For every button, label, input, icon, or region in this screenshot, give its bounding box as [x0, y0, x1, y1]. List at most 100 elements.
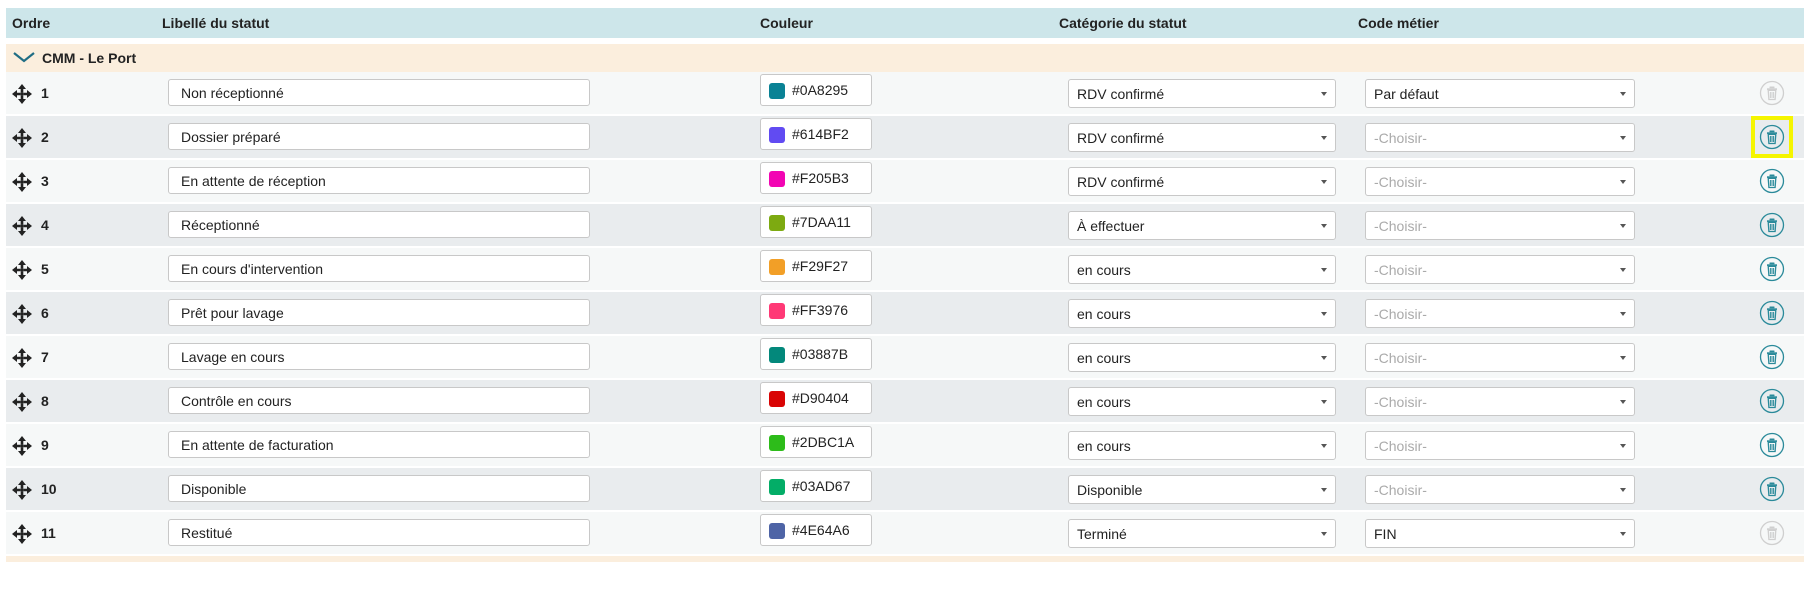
business-code-select[interactable]: -Choisir-: [1365, 387, 1635, 416]
color-picker[interactable]: #F29F27: [760, 250, 872, 282]
color-picker[interactable]: #03AD67: [760, 470, 872, 502]
trash-icon[interactable]: [1759, 256, 1785, 282]
caret-down-icon: [1321, 92, 1327, 96]
status-label-input[interactable]: [168, 519, 590, 546]
category-select[interactable]: en cours: [1068, 343, 1336, 372]
business-code-select[interactable]: Par défaut: [1365, 79, 1635, 108]
trash-icon[interactable]: [1759, 344, 1785, 370]
color-picker[interactable]: #03887B: [760, 338, 872, 370]
group-header[interactable]: CMM - Le Port: [6, 44, 1804, 72]
category-select[interactable]: À effectuer: [1068, 211, 1336, 240]
color-swatch[interactable]: [769, 435, 785, 451]
move-arrows-icon[interactable]: [12, 172, 32, 192]
table-row: 1 #0A8295 RDV confirmé Par défaut: [6, 72, 1804, 116]
color-swatch[interactable]: [769, 83, 785, 99]
move-arrows-icon[interactable]: [12, 348, 32, 368]
business-code-select[interactable]: -Choisir-: [1365, 343, 1635, 372]
business-code-select[interactable]: -Choisir-: [1365, 299, 1635, 328]
header-couleur: Couleur: [760, 15, 813, 31]
business-code-value: -Choisir-: [1374, 394, 1427, 410]
status-label-input[interactable]: [168, 431, 590, 458]
status-label-input[interactable]: [168, 343, 590, 370]
color-picker[interactable]: #2DBC1A: [760, 426, 872, 458]
business-code-select[interactable]: -Choisir-: [1365, 255, 1635, 284]
status-label-input[interactable]: [168, 387, 590, 414]
move-arrows-icon[interactable]: [12, 480, 32, 500]
color-swatch[interactable]: [769, 215, 785, 231]
status-label-input[interactable]: [168, 123, 590, 150]
color-swatch[interactable]: [769, 391, 785, 407]
caret-down-icon: [1620, 268, 1626, 272]
category-select[interactable]: en cours: [1068, 255, 1336, 284]
caret-down-icon: [1321, 136, 1327, 140]
category-select[interactable]: RDV confirmé: [1068, 123, 1336, 152]
color-picker[interactable]: #FF3976: [760, 294, 872, 326]
move-arrows-icon[interactable]: [12, 392, 32, 412]
color-hex: #7DAA11: [792, 214, 851, 230]
caret-down-icon: [1321, 312, 1327, 316]
business-code-select[interactable]: -Choisir-: [1365, 211, 1635, 240]
business-code-select[interactable]: -Choisir-: [1365, 431, 1635, 460]
business-code-select[interactable]: FIN: [1365, 519, 1635, 548]
row-order: 2: [41, 129, 49, 145]
business-code-select[interactable]: -Choisir-: [1365, 475, 1635, 504]
color-swatch[interactable]: [769, 523, 785, 539]
trash-icon[interactable]: [1759, 168, 1785, 194]
business-code-select[interactable]: -Choisir-: [1365, 123, 1635, 152]
color-swatch[interactable]: [769, 127, 785, 143]
caret-down-icon: [1321, 488, 1327, 492]
status-label-input[interactable]: [168, 167, 590, 194]
business-code-value: -Choisir-: [1374, 218, 1427, 234]
status-label-input[interactable]: [168, 255, 590, 282]
row-order: 10: [41, 481, 57, 497]
color-picker[interactable]: #F205B3: [760, 162, 872, 194]
color-swatch[interactable]: [769, 303, 785, 319]
category-select[interactable]: en cours: [1068, 299, 1336, 328]
move-arrows-icon[interactable]: [12, 128, 32, 148]
color-swatch[interactable]: [769, 347, 785, 363]
table-row: 11 #4E64A6 Terminé FIN: [6, 512, 1804, 556]
color-picker[interactable]: #D90404: [760, 382, 872, 414]
category-select[interactable]: en cours: [1068, 431, 1336, 460]
move-arrows-icon[interactable]: [12, 304, 32, 324]
trash-icon[interactable]: [1759, 476, 1785, 502]
category-select[interactable]: en cours: [1068, 387, 1336, 416]
color-picker[interactable]: #0A8295: [760, 74, 872, 106]
caret-down-icon: [1321, 224, 1327, 228]
category-select[interactable]: RDV confirmé: [1068, 167, 1336, 196]
color-swatch[interactable]: [769, 479, 785, 495]
table-row: 10 #03AD67 Disponible -Choisir-: [6, 468, 1804, 512]
business-code-select[interactable]: -Choisir-: [1365, 167, 1635, 196]
color-swatch[interactable]: [769, 171, 785, 187]
status-label-input[interactable]: [168, 79, 590, 106]
trash-icon[interactable]: [1759, 432, 1785, 458]
trash-icon[interactable]: [1759, 388, 1785, 414]
category-value: en cours: [1077, 350, 1131, 366]
move-arrows-icon[interactable]: [12, 260, 32, 280]
move-arrows-icon[interactable]: [12, 524, 32, 544]
color-picker[interactable]: #4E64A6: [760, 514, 872, 546]
color-hex: #0A8295: [792, 82, 849, 98]
move-arrows-icon[interactable]: [12, 84, 32, 104]
status-label-input[interactable]: [168, 211, 590, 238]
trash-icon[interactable]: [1759, 300, 1785, 326]
color-picker[interactable]: #614BF2: [760, 118, 872, 150]
color-swatch[interactable]: [769, 259, 785, 275]
category-select[interactable]: RDV confirmé: [1068, 79, 1336, 108]
trash-icon[interactable]: [1759, 212, 1785, 238]
status-label-input[interactable]: [168, 299, 590, 326]
caret-down-icon: [1620, 312, 1626, 316]
row-order: 9: [41, 437, 49, 453]
color-picker[interactable]: #7DAA11: [760, 206, 872, 238]
status-label-input[interactable]: [168, 475, 590, 502]
table-header: Ordre Libellé du statut Couleur Catégori…: [6, 8, 1804, 38]
category-select[interactable]: Terminé: [1068, 519, 1336, 548]
category-select[interactable]: Disponible: [1068, 475, 1336, 504]
chevron-down-icon[interactable]: [12, 49, 36, 65]
trash-icon: [1759, 80, 1785, 106]
move-arrows-icon[interactable]: [12, 216, 32, 236]
move-arrows-icon[interactable]: [12, 436, 32, 456]
trash-icon[interactable]: [1751, 116, 1793, 158]
color-hex: #4E64A6: [792, 522, 850, 538]
row-order: 6: [41, 305, 49, 321]
